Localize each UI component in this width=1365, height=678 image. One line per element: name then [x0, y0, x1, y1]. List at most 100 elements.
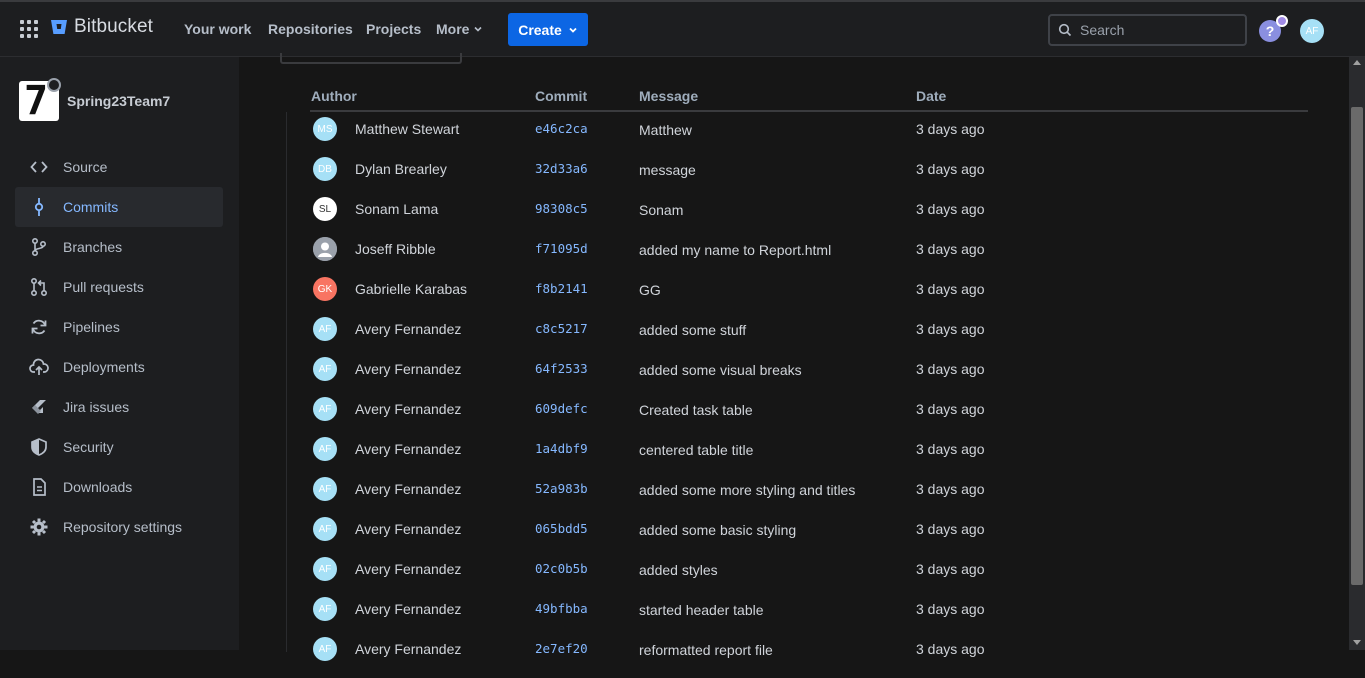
commit-author[interactable]: Avery Fernandez: [355, 641, 461, 657]
commit-date: 3 days ago: [916, 561, 985, 577]
nav-more[interactable]: More: [436, 21, 483, 37]
table-row[interactable]: AF Avery Fernandez 52a983b added some more …: [239, 477, 1349, 518]
commit-author[interactable]: Avery Fernandez: [355, 521, 461, 537]
table-row[interactable]: DB Dylan Brearley 32d33a6 message 3 days ago: [239, 157, 1349, 198]
commit-hash-link[interactable]: 02c0b5b: [535, 561, 588, 576]
commit-author[interactable]: Avery Fernandez: [355, 401, 461, 417]
sidebar-item-source[interactable]: Source: [15, 147, 223, 187]
scroll-up-arrow-icon[interactable]: [1353, 60, 1361, 65]
commit-message[interactable]: Sonam: [639, 202, 683, 218]
commit-message[interactable]: added some stuff: [639, 322, 746, 338]
commit-author[interactable]: Dylan Brearley: [355, 161, 447, 177]
default-user-icon: [313, 237, 337, 261]
sidebar-item-downloads[interactable]: Downloads: [15, 467, 223, 507]
commit-date: 3 days ago: [916, 441, 985, 457]
repository-status-badge: [47, 78, 61, 92]
sidebar-item-deployments[interactable]: Deployments: [15, 347, 223, 387]
table-row[interactable]: GK Gabrielle Karabas f8b2141 GG 3 days ago: [239, 277, 1349, 318]
scrollbar[interactable]: [1349, 57, 1365, 650]
commit-hash-link[interactable]: 2e7ef20: [535, 641, 588, 656]
commit-date: 3 days ago: [916, 281, 985, 297]
commit-message[interactable]: added some basic styling: [639, 522, 796, 538]
sidebar-item-pipelines[interactable]: Pipelines: [15, 307, 223, 347]
repository-header[interactable]: 7 Spring23Team7: [19, 81, 170, 121]
table-row[interactable]: AF Avery Fernandez 609defc Created task tab…: [239, 397, 1349, 438]
scrollbar-thumb[interactable]: [1351, 107, 1363, 585]
commit-author[interactable]: Avery Fernandez: [355, 481, 461, 497]
sidebar-item-label: Downloads: [63, 479, 133, 495]
commit-message[interactable]: added some visual breaks: [639, 362, 802, 378]
nav-your-work[interactable]: Your work: [184, 21, 251, 37]
commit-author[interactable]: Avery Fernandez: [355, 561, 461, 577]
sidebar-item-repository-settings[interactable]: Repository settings: [15, 507, 223, 547]
commit-author[interactable]: Avery Fernandez: [355, 601, 461, 617]
table-row[interactable]: AF Avery Fernandez 2e7ef20 reformatted repo…: [239, 637, 1349, 678]
commit-hash-link[interactable]: 065bdd5: [535, 521, 588, 536]
table-row[interactable]: Joseff Ribble f71095d added my name to Rep…: [239, 237, 1349, 278]
create-button[interactable]: Create: [508, 13, 588, 46]
table-row[interactable]: AF Avery Fernandez 065bdd5 added some basic…: [239, 517, 1349, 558]
table-row[interactable]: AF Avery Fernandez 1a4dbf9 centered table t…: [239, 437, 1349, 478]
commit-hash-link[interactable]: e46c2ca: [535, 121, 588, 136]
cloud-upload-icon: [29, 358, 49, 375]
brand-name: Bitbucket: [74, 16, 154, 37]
commit-author[interactable]: Sonam Lama: [355, 201, 438, 217]
chevron-down-icon: [569, 27, 577, 33]
column-header-date: Date: [916, 88, 947, 104]
commit-hash-link[interactable]: c8c5217: [535, 321, 588, 336]
commit-date: 3 days ago: [916, 481, 985, 497]
user-avatar[interactable]: AF: [1300, 19, 1324, 43]
commit-message[interactable]: message: [639, 162, 696, 178]
bitbucket-logo[interactable]: Bitbucket: [50, 16, 153, 38]
commit-author[interactable]: Avery Fernandez: [355, 441, 461, 457]
table-row[interactable]: SL Sonam Lama 98308c5 Sonam 3 days ago: [239, 197, 1349, 238]
commit-hash-link[interactable]: 32d33a6: [535, 161, 588, 176]
commit-author[interactable]: Gabrielle Karabas: [355, 281, 467, 297]
sidebar-item-pull-requests[interactable]: Pull requests: [15, 267, 223, 307]
nav-projects[interactable]: Projects: [366, 21, 421, 37]
author-avatar: SL: [313, 197, 337, 221]
table-row[interactable]: AF Avery Fernandez c8c5217 added some stuff…: [239, 317, 1349, 358]
search-box[interactable]: [1048, 14, 1247, 46]
commit-author[interactable]: Matthew Stewart: [355, 121, 459, 137]
scroll-down-arrow-icon[interactable]: [1353, 640, 1361, 645]
branch-filter-dropdown[interactable]: [280, 53, 462, 64]
sidebar-item-branches[interactable]: Branches: [15, 227, 223, 267]
sidebar-item-label: Branches: [63, 239, 123, 255]
sidebar-item-commits[interactable]: Commits: [15, 187, 223, 227]
commit-date: 3 days ago: [916, 401, 985, 417]
commit-message[interactable]: added some more styling and titles: [639, 482, 855, 498]
commit-author[interactable]: Joseff Ribble: [355, 241, 436, 257]
commit-message[interactable]: started header table: [639, 602, 764, 618]
commit-hash-link[interactable]: 1a4dbf9: [535, 441, 588, 456]
commit-hash-link[interactable]: 98308c5: [535, 201, 588, 216]
commit-message[interactable]: centered table title: [639, 442, 753, 458]
app-switcher-icon[interactable]: [20, 20, 38, 38]
sidebar-item-label: Security: [63, 439, 114, 455]
sidebar-item-jira-issues[interactable]: Jira issues: [15, 387, 223, 427]
commit-hash-link[interactable]: f71095d: [535, 241, 588, 256]
commit-message[interactable]: added my name to Report.html: [639, 242, 831, 258]
commit-message[interactable]: added styles: [639, 562, 718, 578]
commit-hash-link[interactable]: 52a983b: [535, 481, 588, 496]
commit-author[interactable]: Avery Fernandez: [355, 361, 461, 377]
sidebar-item-security[interactable]: Security: [15, 427, 223, 467]
table-row[interactable]: AF Avery Fernandez 49bfbba started header t…: [239, 597, 1349, 638]
commit-hash-link[interactable]: f8b2141: [535, 281, 588, 296]
commit-hash-link[interactable]: 49bfbba: [535, 601, 588, 616]
table-row[interactable]: MS Matthew Stewart e46c2ca Matthew 3 days ag…: [239, 117, 1349, 158]
table-row[interactable]: AF Avery Fernandez 02c0b5b added styles 3 da…: [239, 557, 1349, 598]
commit-message[interactable]: reformatted report file: [639, 642, 773, 658]
pipelines-icon: [31, 319, 47, 335]
commit-message[interactable]: GG: [639, 282, 661, 298]
search-input[interactable]: [1080, 22, 1230, 38]
help-icon: ?: [1265, 23, 1275, 39]
nav-repositories[interactable]: Repositories: [268, 21, 353, 37]
table-row[interactable]: AF Avery Fernandez 64f2533 added some visua…: [239, 357, 1349, 398]
commit-hash-link[interactable]: 609defc: [535, 401, 588, 416]
commit-hash-link[interactable]: 64f2533: [535, 361, 588, 376]
commit-message[interactable]: Matthew: [639, 122, 692, 138]
commit-message[interactable]: Created task table: [639, 402, 753, 418]
commit-author[interactable]: Avery Fernandez: [355, 321, 461, 337]
commit-date: 3 days ago: [916, 361, 985, 377]
